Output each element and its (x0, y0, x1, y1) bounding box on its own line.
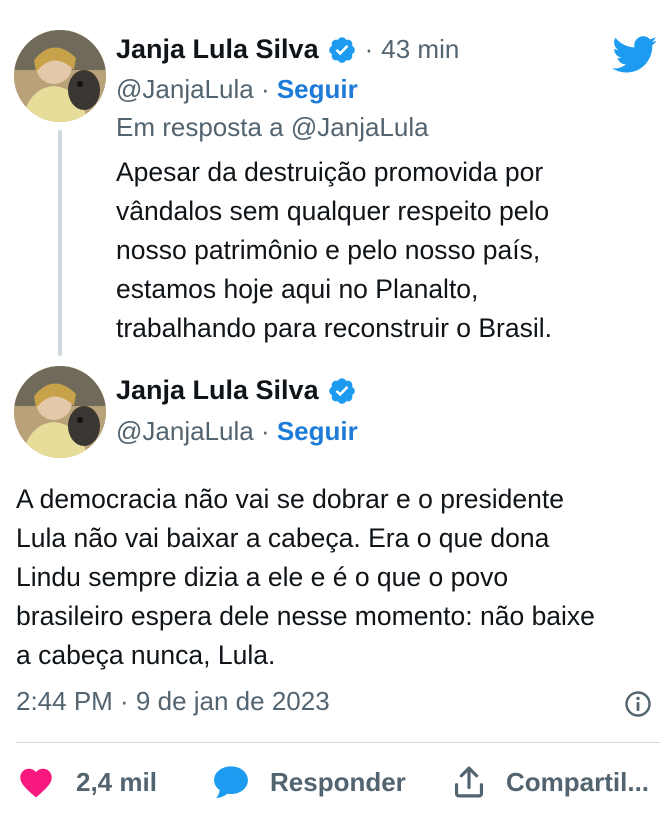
heart-icon (20, 768, 52, 798)
handle-row: @JanjaLula · Seguir (116, 74, 358, 105)
share-upload-icon (454, 766, 484, 798)
time-ago[interactable]: 43 min (381, 34, 459, 65)
follow-button[interactable]: Seguir (277, 416, 358, 446)
share-label: Compartil... (506, 766, 650, 797)
separator-dot: · (364, 34, 374, 64)
main-tweet-header: Janja Lula Silva (116, 375, 357, 406)
reply-to-handle[interactable]: @JanjaLula (291, 112, 429, 142)
share-button[interactable]: Compartil... (452, 760, 649, 804)
handle-separator: · (253, 74, 277, 104)
reply-tweet-text: Apesar da destruição promovida por vânda… (116, 157, 553, 343)
handle-row: @JanjaLula · Seguir (116, 416, 358, 447)
avatar[interactable] (14, 30, 106, 122)
thread-connector-line (58, 130, 62, 356)
like-count: 2,4 mil (76, 766, 157, 797)
follow-button[interactable]: Seguir (277, 74, 358, 104)
info-icon[interactable] (624, 690, 652, 718)
author-name[interactable]: Janja Lula Silva (116, 375, 319, 406)
reply-tweet-header: Janja Lula Silva · 43 min (116, 34, 459, 65)
tweet-timestamp[interactable]: 2:44 PM · 9 de jan de 2023 (16, 686, 330, 717)
handle-separator: · (253, 416, 277, 446)
like-button[interactable]: 2,4 mil (18, 760, 157, 804)
twitter-bird-icon[interactable] (612, 36, 658, 74)
speech-bubble-icon (214, 766, 248, 798)
main-tweet-text: A democracia não vai se dobrar e o presi… (16, 484, 595, 670)
divider (16, 742, 660, 743)
verified-badge-icon (327, 376, 357, 406)
author-name[interactable]: Janja Lula Silva (116, 34, 319, 65)
reply-context: Em resposta a @JanjaLula (116, 112, 429, 143)
author-handle[interactable]: @JanjaLula (116, 416, 254, 446)
reply-button[interactable]: Responder (212, 760, 406, 804)
avatar[interactable] (14, 366, 106, 458)
reply-to-label: Em resposta a (116, 112, 284, 142)
reply-label: Responder (270, 766, 406, 797)
verified-badge-icon (327, 35, 357, 65)
author-handle[interactable]: @JanjaLula (116, 74, 254, 104)
